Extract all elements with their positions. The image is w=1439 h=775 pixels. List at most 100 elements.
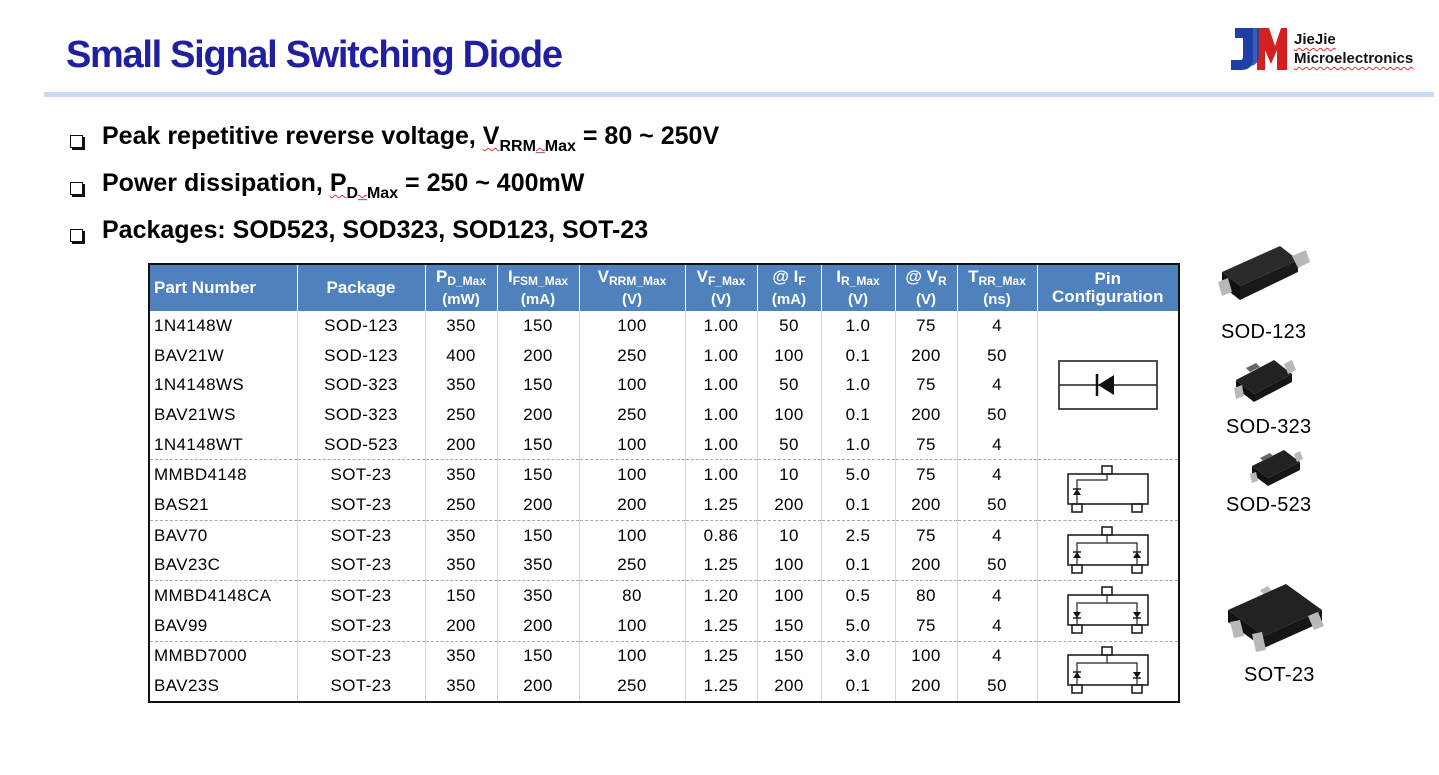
table-cell: 200 xyxy=(496,400,579,430)
table-cell: 1.25 xyxy=(684,640,757,672)
cell-package: SOT-23 xyxy=(296,490,425,521)
cell-pin-configuration xyxy=(1036,580,1179,642)
table-cell: 150 xyxy=(496,311,579,341)
table-cell: 1.00 xyxy=(684,340,757,371)
brand-line-1: JieJie xyxy=(1294,31,1336,48)
table-cell: 0.1 xyxy=(820,490,895,521)
table-cell: 100 xyxy=(756,400,821,430)
table-cell: 1.00 xyxy=(684,400,757,430)
table-cell: 5.0 xyxy=(820,610,895,642)
table-cell: 100 xyxy=(578,311,685,341)
table-cell: 200 xyxy=(424,429,497,460)
table-cell: 200 xyxy=(894,671,957,702)
cell-part-number: BAV21WS xyxy=(154,404,236,424)
cell-part-number: 1N4148WS xyxy=(154,375,245,395)
table-cell: 350 xyxy=(424,550,497,581)
table-cell: 10 xyxy=(756,519,821,551)
table-cell: 75 xyxy=(894,429,957,460)
sot23-series-pair-icon xyxy=(1066,646,1149,695)
table-cell: 200 xyxy=(756,490,821,521)
table-cell: 200 xyxy=(496,671,579,702)
sot23-single-diode-icon xyxy=(1066,465,1149,513)
table-row: MMBD4148CA SOT-23 150 350 80 1.20 100 0.5 80 4 xyxy=(149,580,1179,642)
table-cell: 100 xyxy=(578,610,685,642)
table-cell: 4 xyxy=(956,459,1037,491)
table-cell: 75 xyxy=(894,311,957,341)
table-cell: 50 xyxy=(956,550,1037,581)
brand-name: JieJie Microelectronics xyxy=(1294,30,1413,68)
single-diode-icon xyxy=(1057,360,1158,411)
table-cell: 0.1 xyxy=(820,400,895,430)
table-cell: 350 xyxy=(424,311,497,341)
cell-package: SOD-323 xyxy=(296,370,425,401)
table-cell: 100 xyxy=(756,340,821,371)
checkbox-bullet-icon xyxy=(70,182,83,195)
cell-part-number: BAV23C xyxy=(154,555,221,575)
cell-package: SOD-523 xyxy=(296,429,425,460)
table-row: BAV21WS SOD-323 250 200 250 1.00 100 0.1 200 50 xyxy=(149,400,1179,430)
cell-part-number: MMBD4148 xyxy=(149,459,297,491)
table-cell: 50 xyxy=(956,671,1037,702)
table-cell: 150 xyxy=(756,640,821,672)
table-row: 1N4148WS SOD-323 350 150 100 1.00 50 1.0 75 4 xyxy=(149,370,1179,401)
table-row: BAV23C SOT-23 350 350 250 1.25 100 0.1 200 50 xyxy=(149,550,1179,581)
cell-package: SOT-23 xyxy=(296,580,425,611)
table-cell: 200 xyxy=(894,400,957,430)
table-cell: 4 xyxy=(956,580,1037,611)
table-cell: 4 xyxy=(956,519,1037,551)
cell-pin-configuration xyxy=(1036,311,1179,460)
table-cell: 200 xyxy=(496,610,579,642)
jiejie-logo-icon xyxy=(1231,28,1287,70)
table-cell: 1.25 xyxy=(684,610,757,642)
table-row: BAS21 SOT-23 250 200 200 1.25 200 0.1 200 50 xyxy=(149,490,1179,521)
table-cell: 0.1 xyxy=(820,550,895,581)
table-cell: 200 xyxy=(894,490,957,521)
sod123-package-icon xyxy=(1218,246,1310,300)
table-cell: 150 xyxy=(496,459,579,491)
table-cell: 1.25 xyxy=(684,550,757,581)
table-cell: 150 xyxy=(424,580,497,611)
table-cell: 350 xyxy=(496,550,579,581)
table-cell: 1.20 xyxy=(684,580,757,611)
table-cell: 4 xyxy=(956,429,1037,460)
table-cell: 75 xyxy=(894,370,957,401)
sot23-common-cathode-icon xyxy=(1066,525,1149,574)
table-cell: 150 xyxy=(756,610,821,642)
table-cell: 75 xyxy=(894,519,957,551)
table-cell: 50 xyxy=(956,400,1037,430)
package-label: SOD-323 xyxy=(1226,416,1312,438)
table-cell: 100 xyxy=(578,429,685,460)
table-cell: 100 xyxy=(578,459,685,491)
table-cell: 4 xyxy=(956,311,1037,341)
table-cell: 1.0 xyxy=(820,429,895,460)
table-row: BAV23S SOT-23 350 200 250 1.25 200 0.1 200 50 xyxy=(149,671,1179,702)
table-cell: 5.0 xyxy=(820,459,895,491)
feature-symbol: P xyxy=(329,169,347,197)
cell-package: SOT-23 xyxy=(296,550,425,581)
table-cell: 10 xyxy=(756,459,821,491)
table-cell: 350 xyxy=(496,580,579,611)
title-divider xyxy=(44,92,1434,97)
feature-text: Power dissipation, xyxy=(102,169,330,197)
table-cell: 100 xyxy=(756,580,821,611)
table-cell: 4 xyxy=(956,610,1037,642)
table-cell: 200 xyxy=(894,550,957,581)
table-row: 1N4148WT SOD-523 200 150 100 1.00 50 1.0 75 4 xyxy=(149,429,1179,460)
table-cell: 50 xyxy=(756,311,821,341)
cell-pin-configuration xyxy=(1036,459,1179,521)
table-cell: 1.25 xyxy=(684,671,757,702)
table-cell: 1.00 xyxy=(684,370,757,401)
table-cell: 75 xyxy=(894,610,957,642)
cell-part-number: BAV21W xyxy=(154,345,225,365)
brand-line-2: Microelectronics xyxy=(1294,50,1414,67)
cell-package: SOD-323 xyxy=(296,400,425,430)
table-cell: 0.5 xyxy=(820,580,895,611)
table-cell: 250 xyxy=(424,490,497,521)
cell-package: SOD-123 xyxy=(296,311,425,341)
cell-package: SOT-23 xyxy=(296,640,425,672)
table-cell: 1.0 xyxy=(820,370,895,401)
table-cell: 100 xyxy=(578,640,685,672)
table-cell: 400 xyxy=(424,340,497,371)
table-cell: 350 xyxy=(424,640,497,672)
table-cell: 50 xyxy=(756,370,821,401)
